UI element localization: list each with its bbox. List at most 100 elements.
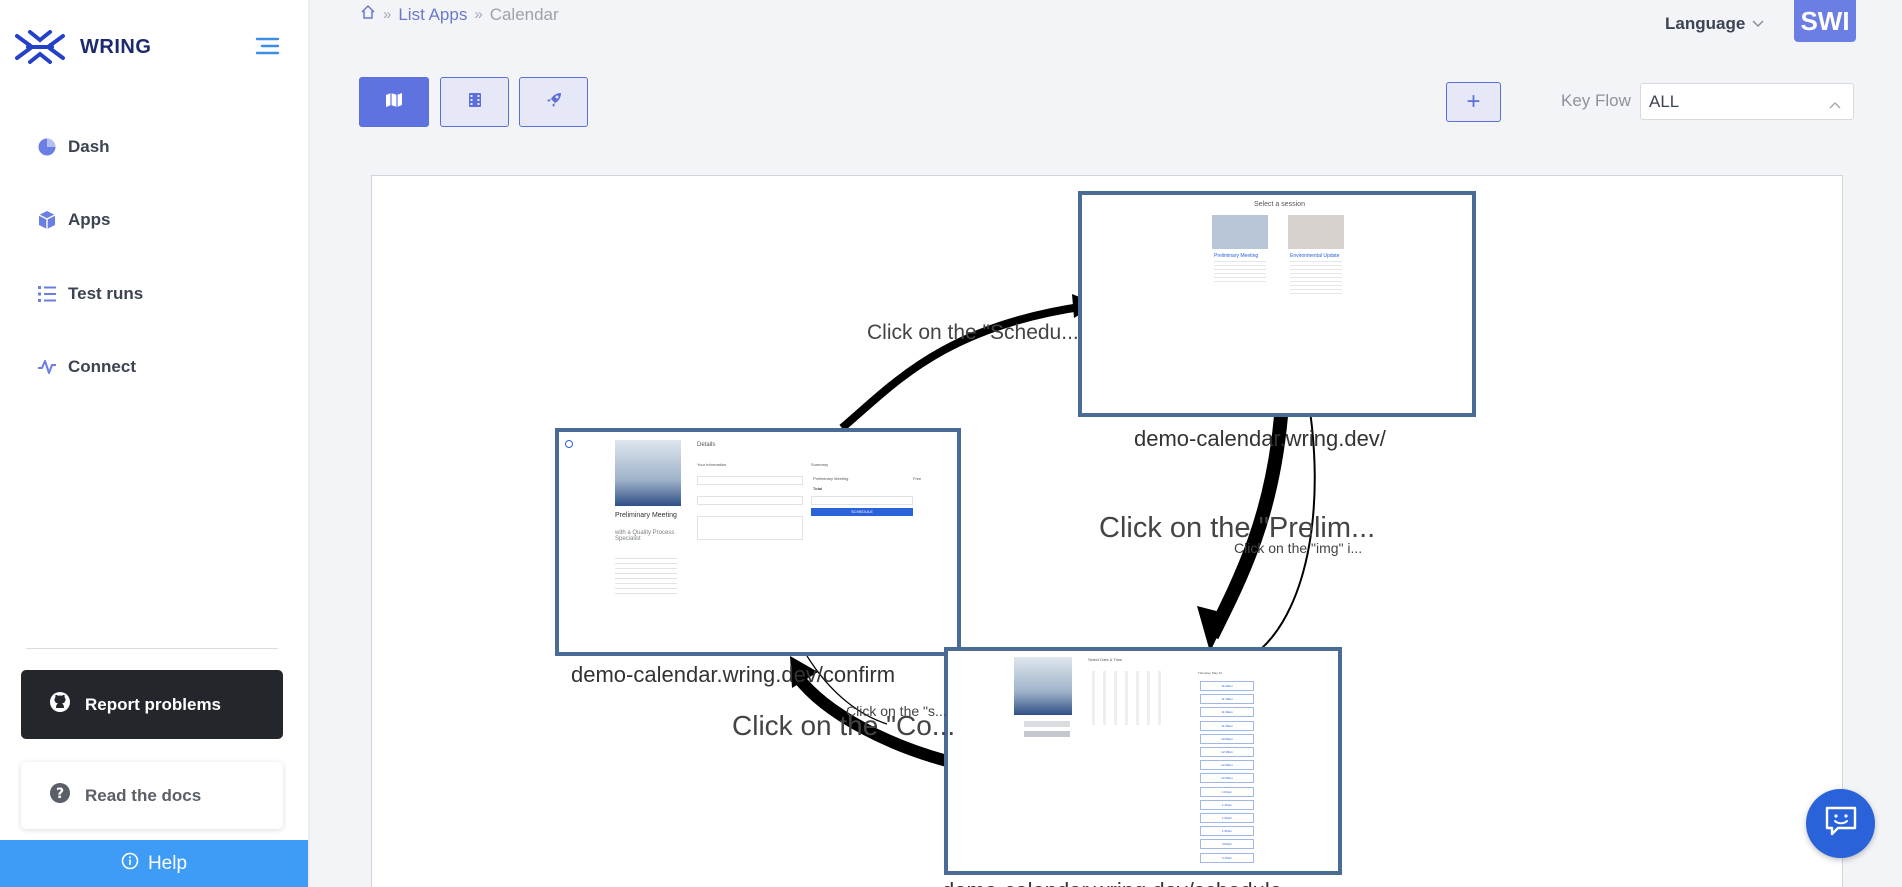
flow-graph-canvas[interactable]: Select a session Preliminary Meeting Env…	[371, 175, 1843, 887]
thumb-image	[1212, 215, 1268, 249]
thumb-total: Total	[813, 486, 823, 491]
thumb-image	[1288, 215, 1344, 249]
keyflow-value: ALL	[1649, 91, 1680, 111]
sidebar-item-label: Test runs	[68, 284, 144, 303]
thumb-home-title: Select a session	[1254, 201, 1305, 208]
film-icon	[468, 92, 482, 113]
thumb-summary-item: Preliminary Meeting	[813, 476, 849, 481]
logo-text: WRING	[80, 35, 152, 58]
add-flow-button[interactable]: +	[1446, 82, 1501, 122]
report-problems-button[interactable]: Report problems	[21, 670, 283, 739]
thumb-details: Details	[697, 442, 716, 448]
language-label: Language	[1665, 14, 1746, 33]
rocket-view-button[interactable]	[519, 77, 588, 127]
home-icon[interactable]	[360, 4, 376, 25]
thumb-meeting-title: Preliminary Meeting	[615, 512, 677, 519]
graph-node-label: demo-calendar.wring.dev/schedule	[942, 878, 1282, 887]
thumb-time-slot: 1:00pm	[1200, 786, 1254, 797]
film-view-button[interactable]	[440, 77, 509, 127]
thumb-time-slot: 12:00pm	[1200, 733, 1254, 744]
graph-node-label: demo-calendar.wring.dev/	[1134, 426, 1386, 451]
keyflow-label: Key Flow	[1561, 91, 1631, 110]
report-problems-label: Report problems	[85, 694, 222, 714]
edge-arrowhead	[1197, 606, 1228, 652]
breadcrumb: » List Apps » Calendar	[360, 4, 559, 25]
breadcrumb-separator: »	[383, 6, 392, 23]
thumb-input	[697, 496, 803, 505]
thumb-time-slot: 1:30pm	[1200, 813, 1254, 823]
language-dropdown[interactable]: Language	[1665, 14, 1764, 34]
thumb-day-header: Thursday, May 23	[1198, 671, 1222, 675]
thumb-text-lines	[1214, 261, 1266, 283]
thumb-time-slot: 2:15pm	[1200, 852, 1254, 863]
breadcrumb-separator: »	[474, 6, 483, 23]
activity-icon	[36, 356, 58, 378]
thumb-text-lines	[1290, 261, 1342, 295]
thumb-input	[811, 496, 913, 505]
keyflow-select[interactable]: ALL	[1640, 83, 1854, 120]
read-docs-button[interactable]: ? Read the docs	[21, 762, 283, 829]
sidebar-item-label: Connect	[68, 357, 136, 376]
thumb-calendar-grid	[1092, 671, 1168, 725]
read-docs-label: Read the docs	[85, 785, 202, 805]
sidebar-item-label: Apps	[68, 210, 111, 229]
thumb-time-slot: 11:15am	[1200, 694, 1254, 705]
list-icon	[36, 283, 58, 305]
thumb-card-title: Environmental Update	[1290, 253, 1340, 259]
breadcrumb-list-apps[interactable]: List Apps	[398, 5, 467, 25]
thumb-image	[1014, 657, 1072, 715]
sidebar-item-test-runs[interactable]: Test runs	[36, 283, 143, 305]
thumb-back-icon	[565, 440, 573, 448]
thumb-schedule-button: SCHEDULE	[811, 508, 913, 516]
thumb-time-slot: 1:15pm	[1200, 799, 1254, 810]
edge-label-img: Click on the "img" i...	[1234, 540, 1363, 556]
chat-widget-button[interactable]	[1806, 789, 1875, 858]
pie-chart-icon	[36, 136, 58, 158]
sidebar-item-connect[interactable]: Connect	[36, 356, 136, 378]
sidebar-item-apps[interactable]: Apps	[36, 209, 111, 231]
graph-node-schedule[interactable]: Select Date & Time Thursday, May 23 11:0…	[944, 647, 1342, 875]
thumb-bar	[1024, 731, 1070, 737]
github-icon	[49, 691, 71, 718]
help-button[interactable]: Help	[0, 840, 308, 887]
map-icon	[385, 92, 403, 113]
wring-logo-icon	[15, 30, 65, 64]
thumb-time-slot: 1:45pm	[1200, 826, 1254, 837]
thumb-summary: Summary	[811, 462, 829, 467]
question-circle-icon: ?	[49, 782, 71, 809]
thumb-price: Free	[913, 476, 922, 481]
thumb-time-slot: 12:30pm	[1200, 760, 1254, 771]
sidebar-divider	[26, 648, 278, 649]
thumb-card-title: Preliminary Meeting	[1214, 253, 1259, 259]
thumb-bar	[1024, 721, 1070, 727]
thumb-time-slot: 11:30am	[1200, 707, 1254, 718]
graph-node-confirm[interactable]: Preliminary Meeting with a Quality Proce…	[555, 428, 961, 656]
cube-icon	[36, 209, 58, 231]
sidebar: WRING Dash Apps Test runs Connect Report…	[0, 0, 308, 887]
thumb-time-slot: 2:00pm	[1200, 839, 1254, 850]
help-label: Help	[147, 852, 188, 874]
graph-node-label: demo-calendar.wring.dev/confirm	[571, 662, 896, 687]
thumb-input	[697, 476, 803, 485]
thumb-time-slot: 12:15pm	[1200, 747, 1254, 757]
logo[interactable]: WRING	[14, 28, 151, 66]
chat-bubble-icon	[1824, 805, 1858, 842]
graph-node-home[interactable]: Select a session Preliminary Meeting Env…	[1078, 191, 1476, 417]
svg-text:?: ?	[56, 786, 64, 802]
edge-label-s: Click on the "s...	[846, 703, 947, 719]
chevron-down-icon	[1752, 17, 1764, 31]
avatar[interactable]: SWI	[1794, 0, 1856, 42]
sidebar-item-label: Dash	[68, 137, 110, 156]
thumb-time-slot: 11:00am	[1200, 681, 1254, 691]
chevron-up-icon	[1829, 94, 1841, 114]
thumb-meeting-sub: with a Quality Process Specialist	[615, 530, 675, 542]
map-view-button[interactable]	[359, 77, 429, 127]
sidebar-item-dash[interactable]: Dash	[36, 136, 110, 158]
menu-toggle-icon[interactable]	[254, 36, 280, 56]
thumb-time-slot: 12:45pm	[1200, 773, 1254, 784]
thumb-your-info: Your Information	[697, 462, 727, 467]
thumb-time-slot: 11:45am	[1200, 720, 1254, 731]
thumb-textarea	[697, 516, 803, 540]
breadcrumb-current: Calendar	[489, 4, 559, 24]
rocket-icon	[545, 91, 563, 114]
